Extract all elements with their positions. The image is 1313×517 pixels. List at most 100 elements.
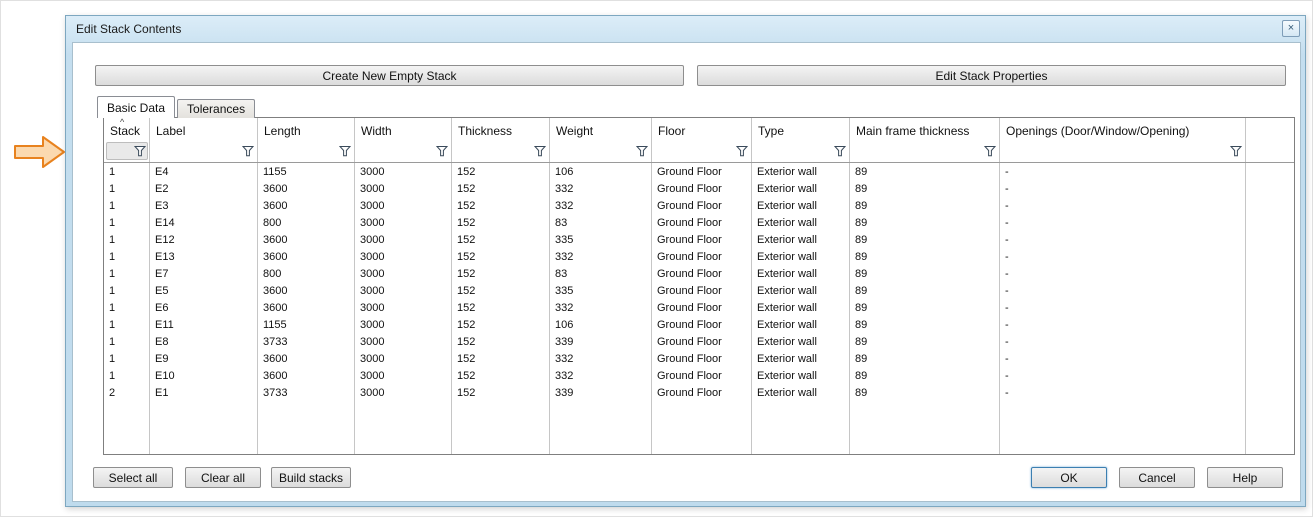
cancel-button[interactable]: Cancel	[1119, 467, 1195, 488]
table-row[interactable]: 1E837333000152339Ground FloorExterior wa…	[104, 334, 1294, 351]
column-header[interactable]: Stack	[104, 118, 150, 141]
filter-cell[interactable]	[150, 141, 258, 162]
table-cell: Exterior wall	[752, 198, 850, 215]
table-cell: -	[1000, 181, 1246, 198]
table-cell: 89	[850, 385, 1000, 402]
table-cell: E14	[150, 215, 258, 232]
table-cell: 152	[452, 385, 550, 402]
table-row[interactable]: 1E636003000152332Ground FloorExterior wa…	[104, 300, 1294, 317]
table-cell: 3000	[355, 232, 452, 249]
filter-cell[interactable]	[355, 141, 452, 162]
dialog-titlebar[interactable]: Edit Stack Contents ×	[66, 16, 1305, 42]
table-cell: Exterior wall	[752, 232, 850, 249]
table-cell: Exterior wall	[752, 334, 850, 351]
filter-cell[interactable]	[752, 141, 850, 162]
table-cell: 3733	[258, 385, 355, 402]
table-cell: 3600	[258, 198, 355, 215]
build-stacks-button[interactable]: Build stacks	[271, 467, 351, 488]
column-header[interactable]: Type	[752, 118, 850, 141]
column-header[interactable]: Thickness	[452, 118, 550, 141]
filter-funnel-icon[interactable]	[636, 145, 648, 157]
header-separator	[104, 162, 1294, 163]
table-cell: E1	[150, 385, 258, 402]
table-row[interactable]: 1E1236003000152335Ground FloorExterior w…	[104, 232, 1294, 249]
table-cell: E9	[150, 351, 258, 368]
filter-funnel-icon[interactable]	[984, 145, 996, 157]
filter-cell[interactable]	[652, 141, 752, 162]
filter-funnel-icon[interactable]	[436, 145, 448, 157]
table-cell: 3000	[355, 215, 452, 232]
filter-funnel-icon[interactable]	[834, 145, 846, 157]
help-button[interactable]: Help	[1207, 467, 1283, 488]
filter-cell[interactable]	[550, 141, 652, 162]
filter-funnel-icon[interactable]	[736, 145, 748, 157]
tab-tolerances[interactable]: Tolerances	[177, 99, 255, 118]
table-cell: 3000	[355, 368, 452, 385]
table-cell: 3000	[355, 266, 452, 283]
table-cell: 106	[550, 317, 652, 334]
table-cell: 1	[104, 351, 150, 368]
table-row[interactable]: 1E336003000152332Ground FloorExterior wa…	[104, 198, 1294, 215]
table-cell: 3600	[258, 283, 355, 300]
column-header[interactable]: Main frame thickness	[850, 118, 1000, 141]
create-new-empty-stack-button[interactable]: Create New Empty Stack	[95, 65, 684, 86]
orange-arrow-right-icon	[13, 134, 67, 170]
select-all-button[interactable]: Select all	[93, 467, 173, 488]
filter-cell[interactable]	[258, 141, 355, 162]
table-cell: 89	[850, 232, 1000, 249]
table-row[interactable]: 1E936003000152332Ground FloorExterior wa…	[104, 351, 1294, 368]
table-cell: -	[1000, 351, 1246, 368]
filter-funnel-icon[interactable]	[1230, 145, 1242, 157]
table-cell: 106	[550, 164, 652, 181]
filter-cell[interactable]	[850, 141, 1000, 162]
table-row[interactable]: 1E14800300015283Ground FloorExterior wal…	[104, 215, 1294, 232]
table-cell: 1	[104, 198, 150, 215]
table-cell: 3733	[258, 334, 355, 351]
table-cell: 3600	[258, 232, 355, 249]
table-cell: 1	[104, 232, 150, 249]
edit-stack-properties-button[interactable]: Edit Stack Properties	[697, 65, 1286, 86]
table-row[interactable]: 1E536003000152335Ground FloorExterior wa…	[104, 283, 1294, 300]
table-cell: Ground Floor	[652, 351, 752, 368]
table-cell: 3600	[258, 368, 355, 385]
filter-cell[interactable]	[1000, 141, 1246, 162]
table-cell: 332	[550, 351, 652, 368]
table-cell: Exterior wall	[752, 266, 850, 283]
filter-funnel-icon[interactable]	[339, 145, 351, 157]
table-cell: 89	[850, 164, 1000, 181]
table-cell: 1	[104, 266, 150, 283]
clear-all-button[interactable]: Clear all	[185, 467, 261, 488]
filter-funnel-icon[interactable]	[242, 145, 254, 157]
table-cell: 335	[550, 232, 652, 249]
close-button[interactable]: ×	[1282, 20, 1300, 37]
column-header[interactable]: Floor	[652, 118, 752, 141]
filter-cell[interactable]	[104, 141, 150, 162]
table-row[interactable]: 1E236003000152332Ground FloorExterior wa…	[104, 181, 1294, 198]
column-header[interactable]: Label	[150, 118, 258, 141]
filter-funnel-icon[interactable]	[534, 145, 546, 157]
ok-button[interactable]: OK	[1031, 467, 1107, 488]
table-row[interactable]: 1E7800300015283Ground FloorExterior wall…	[104, 266, 1294, 283]
table-row[interactable]: 1E1111553000152106Ground FloorExterior w…	[104, 317, 1294, 334]
table-row[interactable]: 1E1336003000152332Ground FloorExterior w…	[104, 249, 1294, 266]
table-cell: 89	[850, 215, 1000, 232]
column-header[interactable]: Openings (Door/Window/Opening)	[1000, 118, 1246, 141]
filter-cell[interactable]	[452, 141, 550, 162]
table-cell: 332	[550, 300, 652, 317]
column-header[interactable]: Width	[355, 118, 452, 141]
filter-funnel-icon[interactable]	[134, 145, 146, 157]
tab-basic-data[interactable]: Basic Data	[97, 96, 175, 118]
stack-table: ^ StackLabelLengthWidthThicknessWeightFl…	[103, 117, 1295, 455]
table-cell: 1	[104, 368, 150, 385]
table-cell: 89	[850, 317, 1000, 334]
column-header[interactable]: Length	[258, 118, 355, 141]
table-cell: 152	[452, 181, 550, 198]
column-header[interactable]: Weight	[550, 118, 652, 141]
table-row[interactable]: 1E1036003000152332Ground FloorExterior w…	[104, 368, 1294, 385]
table-row[interactable]: 2E137333000152339Ground FloorExterior wa…	[104, 385, 1294, 402]
table-cell: 152	[452, 317, 550, 334]
table-cell: E6	[150, 300, 258, 317]
table-cell: 332	[550, 368, 652, 385]
table-cell: E7	[150, 266, 258, 283]
table-row[interactable]: 1E411553000152106Ground FloorExterior wa…	[104, 164, 1294, 181]
